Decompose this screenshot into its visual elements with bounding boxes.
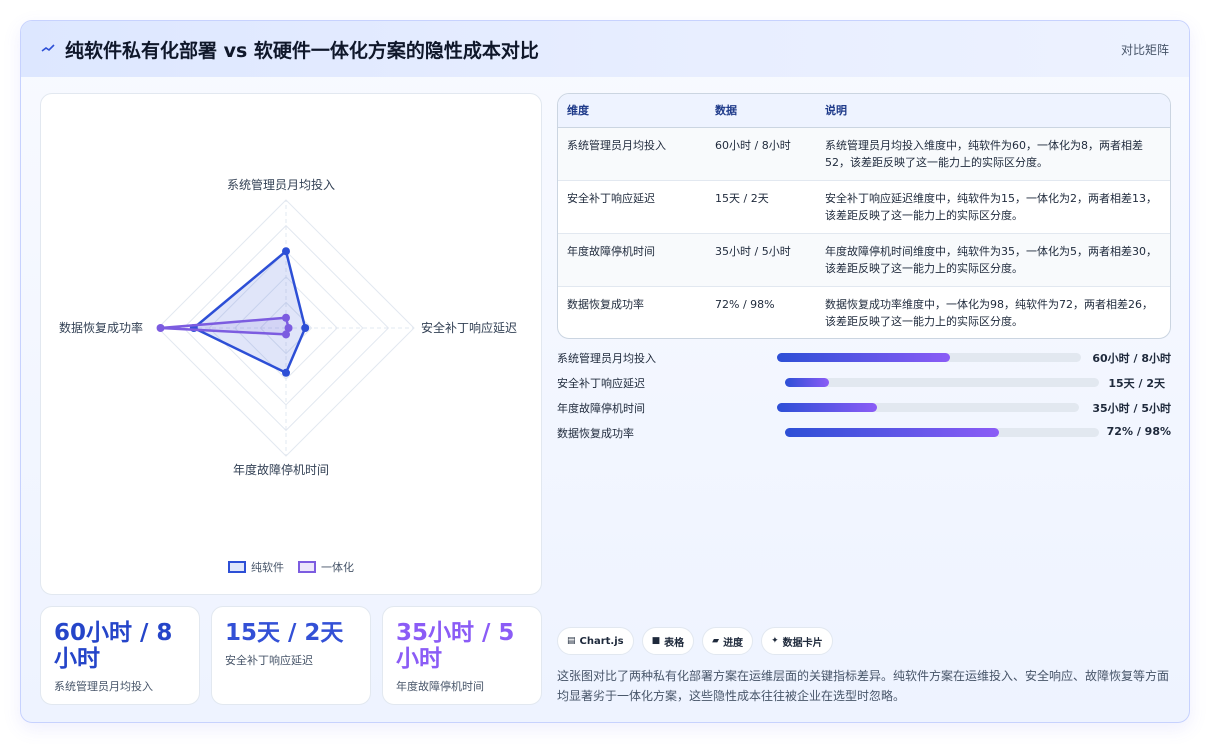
header: 纯软件私有化部署 vs 软硬件一体化方案的隐性成本对比 对比矩阵 xyxy=(21,21,1189,77)
cell-description: 安全补丁响应延迟维度中，纯软件为15，一体化为2，两者相差13，该差距反映了这一… xyxy=(816,180,1170,234)
chip-data-card[interactable]: ✦ 数据卡片 xyxy=(761,627,833,655)
stat-card: 60小时 / 8小时 系统管理员月均投入 xyxy=(40,606,200,705)
chart-legend: 纯软件 一体化 xyxy=(41,559,541,575)
progress-value: 35小时 / 5小时 xyxy=(1092,402,1171,415)
summary-text: 这张图对比了两种私有化部署方案在运维层面的关键指标差异。纯软件方案在运维投入、安… xyxy=(557,669,1170,703)
legend-swatch xyxy=(228,561,246,573)
table-row: 数据恢复成功率 72% / 98% 数据恢复成功率维度中，一体化为98，纯软件为… xyxy=(558,286,1170,338)
chip-table[interactable]: ■ 表格 xyxy=(641,627,695,655)
cell-dimension: 数据恢复成功率 xyxy=(567,297,644,311)
progress-label: 系统管理员月均投入 xyxy=(557,352,656,365)
radar-point xyxy=(282,330,290,339)
column-header: 数据 xyxy=(706,94,816,128)
progress-track xyxy=(777,403,1079,412)
legend-swatch xyxy=(298,561,316,573)
column-header: 说明 xyxy=(816,94,1170,128)
table-header-row: 维度 数据 说明 xyxy=(558,94,1170,128)
column-header: 维度 xyxy=(558,94,706,128)
progress-row: 安全补丁响应延迟 15天 / 2天 xyxy=(557,374,1171,399)
stat-label: 年度故障停机时间 xyxy=(396,680,484,693)
progress-row: 年度故障停机时间 35小时 / 5小时 xyxy=(557,399,1171,424)
stat-value: 35小时 / 5小时 xyxy=(396,620,515,672)
progress-fill xyxy=(777,353,951,362)
main-card: 纯软件私有化部署 vs 软硬件一体化方案的隐性成本对比 对比矩阵 系统管理员月均… xyxy=(20,20,1190,723)
stat-value: 60小时 / 8小时 xyxy=(54,620,173,672)
progress-bars: 系统管理员月均投入 60小时 / 8小时 安全补丁响应延迟 15天 / 2天 年… xyxy=(557,349,1171,449)
table-row: 年度故障停机时间 35小时 / 5小时 年度故障停机时间维度中，纯软件为35，一… xyxy=(558,233,1170,287)
comparison-table: 维度 数据 说明 系统管理员月均投入 60小时 / 8小时 系统管理员月均投入维… xyxy=(557,93,1171,339)
page-title: 纯软件私有化部署 vs 软硬件一体化方案的隐性成本对比 xyxy=(65,39,539,62)
chip-label: 进度 xyxy=(723,637,744,649)
stat-value: 15天 / 2天 xyxy=(225,620,344,646)
cell-data: 15天 / 2天 xyxy=(706,180,816,234)
radar-axis-label: 数据恢复成功率 xyxy=(59,321,144,335)
cell-description: 数据恢复成功率维度中，一体化为98，纯软件为72，两者相差26，该差距反映了这一… xyxy=(825,297,1153,328)
radar-axis-label: 系统管理员月均投入 xyxy=(227,178,336,192)
stat-card: 15天 / 2天 安全补丁响应延迟 xyxy=(211,606,371,705)
table-row: 系统管理员月均投入 60小时 / 8小时 系统管理员月均投入维度中，纯软件为60… xyxy=(558,127,1170,181)
progress-label: 年度故障停机时间 xyxy=(557,402,645,415)
tech-chips: ▤ Chart.js ■ 表格 ▰ 进度 ✦ 数据卡片 xyxy=(557,627,833,655)
matrix-tag: 对比矩阵 xyxy=(1120,43,1169,57)
legend-label: 一体化 xyxy=(321,561,354,574)
progress-value: 15天 / 2天 xyxy=(1108,377,1165,390)
chip-chartjs[interactable]: ▤ Chart.js xyxy=(557,627,634,655)
chip-label: 表格 xyxy=(664,637,685,649)
stat-label: 安全补丁响应延迟 xyxy=(225,654,313,667)
chip-label: Chart.js xyxy=(579,635,624,647)
progress-track xyxy=(785,428,1099,437)
progress-label: 数据恢复成功率 xyxy=(557,427,634,440)
progress-row: 数据恢复成功率 72% / 98% xyxy=(557,424,1171,449)
trend-icon xyxy=(41,40,59,58)
cell-data: 35小时 / 5小时 xyxy=(706,233,816,287)
progress-track xyxy=(777,353,1081,362)
radar-point xyxy=(282,313,290,322)
table-icon: ■ xyxy=(651,636,661,646)
radar-point xyxy=(156,324,165,332)
radar-point xyxy=(282,247,290,256)
progress-fill xyxy=(785,428,999,437)
legend-item[interactable]: 一体化 xyxy=(298,559,354,575)
radar-point xyxy=(282,368,290,377)
progress-track xyxy=(785,378,1099,387)
sparkle-icon: ✦ xyxy=(771,636,779,646)
cell-data: 60小时 / 8小时 xyxy=(706,127,816,181)
radar-point xyxy=(301,324,310,332)
radar-axis-label: 安全补丁响应延迟 xyxy=(421,321,518,335)
chip-label: 数据卡片 xyxy=(782,637,823,649)
cell-description: 系统管理员月均投入维度中，纯软件为60，一体化为8，两者相差52，该差距反映了这… xyxy=(816,127,1170,181)
progress-icon: ▰ xyxy=(712,636,720,646)
progress-value: 60小时 / 8小时 xyxy=(1092,352,1171,365)
cell-dimension: 安全补丁响应延迟 xyxy=(558,180,706,234)
table-row: 安全补丁响应延迟 15天 / 2天 安全补丁响应延迟维度中，纯软件为15，一体化… xyxy=(558,180,1170,234)
progress-value: 72% / 98% xyxy=(1106,425,1171,438)
radar-chart-panel: 系统管理员月均投入 安全补丁响应延迟 年度故障停机时间 数据恢复成功率 纯软件 … xyxy=(40,93,542,595)
stat-card: 35小时 / 5小时 年度故障停机时间 xyxy=(382,606,542,705)
legend-item[interactable]: 纯软件 xyxy=(228,559,284,575)
progress-label: 安全补丁响应延迟 xyxy=(557,377,645,390)
progress-row: 系统管理员月均投入 60小时 / 8小时 xyxy=(557,349,1171,374)
chart-icon: ▤ xyxy=(567,636,576,646)
stat-label: 系统管理员月均投入 xyxy=(54,680,153,693)
cell-dimension: 年度故障停机时间 xyxy=(558,233,706,287)
progress-fill xyxy=(777,403,877,412)
cell-dimension: 系统管理员月均投入 xyxy=(558,127,706,181)
cell-description: 年度故障停机时间维度中，纯软件为35，一体化为5，两者相差30，该差距反映了这一… xyxy=(816,233,1170,287)
radar-axis-label: 年度故障停机时间 xyxy=(233,463,330,477)
chip-progress[interactable]: ▰ 进度 xyxy=(702,627,754,655)
legend-label: 纯软件 xyxy=(251,561,284,574)
progress-fill xyxy=(785,378,829,387)
cell-data: 72% / 98% xyxy=(715,297,775,311)
